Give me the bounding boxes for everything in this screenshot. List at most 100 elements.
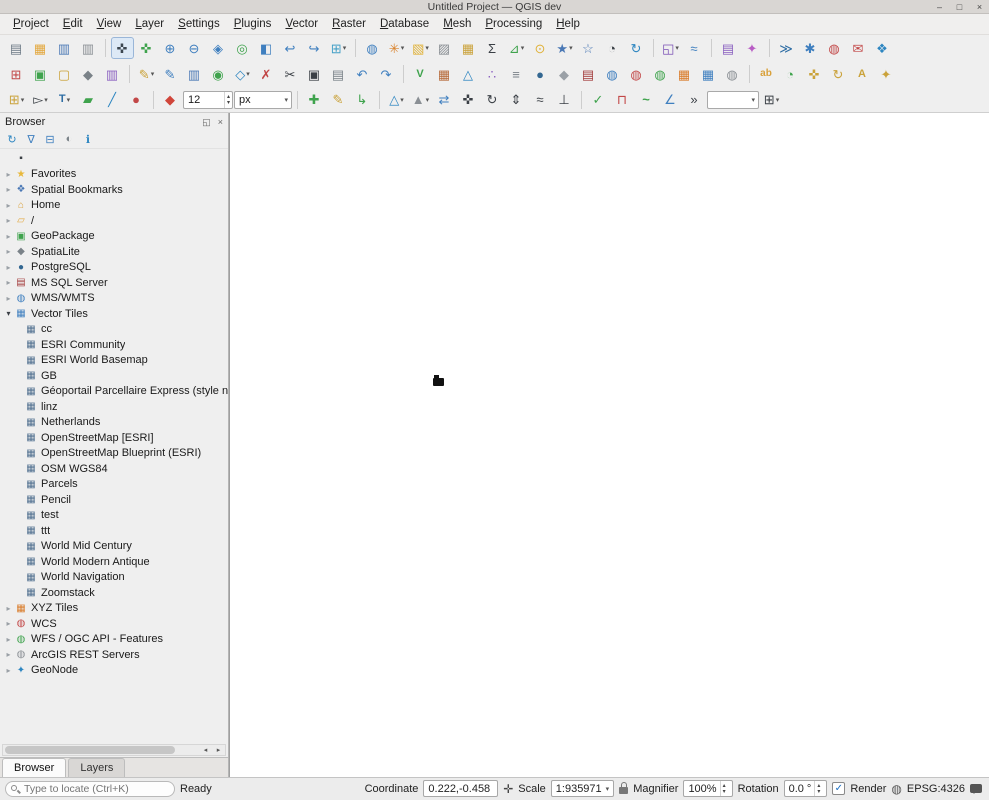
- expand-arrow-icon[interactable]: ▸: [3, 294, 14, 303]
- add-mssql-layer-button[interactable]: ▤: [577, 63, 600, 85]
- menu-mesh[interactable]: Mesh: [436, 16, 478, 32]
- expand-arrow-icon[interactable]: ▸: [3, 278, 14, 287]
- temporal-controller-button[interactable]: ◔: [601, 37, 624, 59]
- osm-place-search-button[interactable]: ◍: [823, 37, 846, 59]
- rotate-label-button[interactable]: ↻: [827, 63, 850, 85]
- simplify-feature-button[interactable]: ≈: [529, 89, 552, 111]
- expand-arrow-icon[interactable]: ▸: [3, 650, 14, 659]
- tree-item-root[interactable]: ▸ ▱ /: [0, 213, 228, 229]
- close-panel-button[interactable]: ×: [218, 117, 223, 127]
- trim-extend-button[interactable]: ⊥: [553, 89, 576, 111]
- messages-icon[interactable]: [970, 784, 982, 793]
- tree-item-geopackage[interactable]: ▸ ▣ GeoPackage: [0, 229, 228, 245]
- pan-to-selection-button[interactable]: ✜: [135, 37, 158, 59]
- menu-help[interactable]: Help: [549, 16, 587, 32]
- coordinate-field[interactable]: 0.222,-0.458: [423, 780, 498, 797]
- callout-tool-button[interactable]: ↳: [351, 89, 374, 111]
- pan-map-button[interactable]: ✜: [111, 37, 134, 59]
- tree-item-home[interactable]: ▸ ⌂ Home: [0, 198, 228, 214]
- current-edits-button[interactable]: ✎▾: [135, 63, 158, 85]
- menu-database[interactable]: Database: [373, 16, 436, 32]
- text-annotation-button[interactable]: T▾: [53, 89, 76, 111]
- scale-combo[interactable]: 1:935971 ▾: [551, 780, 614, 797]
- menu-raster[interactable]: Raster: [325, 16, 373, 32]
- expand-arrow-icon[interactable]: ▸: [3, 170, 14, 179]
- select-annotation-button[interactable]: ▻▾: [29, 89, 52, 111]
- font-size-spin-arrows[interactable]: ▴▾: [224, 92, 232, 108]
- magnifier-spinbox[interactable]: 100% ▴▾: [683, 780, 732, 797]
- undo-button[interactable]: ↶: [351, 63, 374, 85]
- new-map-view-button[interactable]: ⊞▾: [327, 37, 350, 59]
- new-geopackage-layer-button[interactable]: ▣: [29, 63, 52, 85]
- close-button[interactable]: ×: [974, 2, 985, 12]
- layout-manager-button[interactable]: ▤: [717, 37, 740, 59]
- expand-arrow-icon[interactable]: ▸: [3, 216, 14, 225]
- zoom-to-selection-button[interactable]: ◎: [231, 37, 254, 59]
- tree-item-zoomstack[interactable]: ▦ Zoomstack: [0, 585, 228, 601]
- expand-arrow-icon[interactable]: ▸: [3, 232, 14, 241]
- new-project-button[interactable]: ▤: [5, 37, 28, 59]
- float-panel-button[interactable]: ◱: [202, 117, 211, 127]
- expand-arrow-icon[interactable]: ▾: [3, 309, 14, 318]
- line-annotation-button[interactable]: ╱: [101, 89, 124, 111]
- tree-item-world-navigation[interactable]: ▦ World Navigation: [0, 570, 228, 586]
- add-feature-button[interactable]: ◉: [207, 63, 230, 85]
- modify-annotation-button[interactable]: ✎: [327, 89, 350, 111]
- tree-item-postgresql[interactable]: ▸ ● PostgreSQL: [0, 260, 228, 276]
- new-virtual-layer-button[interactable]: ▥: [101, 63, 124, 85]
- save-project-as-button[interactable]: ▥: [77, 37, 100, 59]
- polygon-annotation-button[interactable]: ▰: [77, 89, 100, 111]
- tree-item-spatialite[interactable]: ▸ ◆ SpatiaLite: [0, 244, 228, 260]
- tree-item-geonode[interactable]: ▸ ✦ GeoNode: [0, 663, 228, 679]
- expand-arrow-icon[interactable]: ▸: [3, 201, 14, 210]
- font-unit-combo[interactable]: px ▾: [234, 91, 292, 109]
- vertex-tool-button[interactable]: ◇▾: [231, 63, 254, 85]
- toolbar-overflow-button[interactable]: »: [683, 89, 706, 111]
- font-size-spinbox[interactable]: 12 ▴▾: [183, 91, 233, 109]
- add-wfs-layer-button[interactable]: ◍: [649, 63, 672, 85]
- plugin-button-b[interactable]: ❖: [871, 37, 894, 59]
- new-spatial-bookmark-button[interactable]: ★▾: [553, 37, 576, 59]
- identify-features-button[interactable]: ◍: [361, 37, 384, 59]
- rotation-spin-arrows[interactable]: ▴▾: [814, 781, 822, 796]
- zoom-full-button[interactable]: ◈: [207, 37, 230, 59]
- minimize-button[interactable]: –: [934, 2, 945, 12]
- tree-item-openstreetmap-blueprint-esri[interactable]: ▦ OpenStreetMap Blueprint (ESRI): [0, 446, 228, 462]
- menu-edit[interactable]: Edit: [56, 16, 90, 32]
- tree-item-esri-community[interactable]: ▦ ESRI Community: [0, 337, 228, 353]
- tree-item-esri-world-basemap[interactable]: ▦ ESRI World Basemap: [0, 353, 228, 369]
- collapse-all-button[interactable]: ⊟: [42, 131, 58, 147]
- coordinate-value[interactable]: 0.222,-0.458: [428, 783, 493, 795]
- menu-vector[interactable]: Vector: [278, 16, 325, 32]
- change-label-button[interactable]: A: [851, 63, 874, 85]
- add-arcgis-layer-button[interactable]: ◍: [721, 63, 744, 85]
- save-project-button[interactable]: ▥: [53, 37, 76, 59]
- extents-toggle-icon[interactable]: ✛: [503, 782, 513, 796]
- magnifier-value[interactable]: 100%: [688, 783, 719, 795]
- mesh-digitizing-button[interactable]: △▾: [385, 89, 408, 111]
- measure-button[interactable]: ⊿▾: [505, 37, 528, 59]
- tree-item-xyz-tiles[interactable]: ▸ ▦ XYZ Tiles: [0, 601, 228, 617]
- plugin-button-a[interactable]: ✉: [847, 37, 870, 59]
- browser-info-button[interactable]: ℹ: [80, 131, 96, 147]
- menu-view[interactable]: View: [90, 16, 129, 32]
- maximize-button[interactable]: □: [954, 2, 965, 12]
- open-project-button[interactable]: ▦: [29, 37, 52, 59]
- tree-item-wcs[interactable]: ▸ ◍ WCS: [0, 616, 228, 632]
- add-vector-tile-layer-button[interactable]: ▦: [697, 63, 720, 85]
- advanced-digitizing-button[interactable]: ∠: [659, 89, 682, 111]
- refresh-map-button[interactable]: ↻: [625, 37, 648, 59]
- deselect-features-button[interactable]: ▨: [433, 37, 456, 59]
- scroll-right-button[interactable]: ▸: [212, 745, 225, 755]
- create-text-annotation-button[interactable]: ✚: [303, 89, 326, 111]
- layer-labeling-button[interactable]: ab: [755, 63, 778, 85]
- new-shapefile-layer-button[interactable]: ▢: [53, 63, 76, 85]
- delete-selected-button[interactable]: ✗: [255, 63, 278, 85]
- scroll-left-button[interactable]: ◂: [199, 745, 212, 755]
- show-spatial-bookmarks-button[interactable]: ☆: [577, 37, 600, 59]
- move-feature-button[interactable]: ✜: [457, 89, 480, 111]
- expand-arrow-icon[interactable]: ▸: [3, 604, 14, 613]
- layer-diagram-button[interactable]: ◔: [779, 63, 802, 85]
- move-label-button[interactable]: ✜: [803, 63, 826, 85]
- chevron-down-icon[interactable]: ▾: [606, 785, 610, 793]
